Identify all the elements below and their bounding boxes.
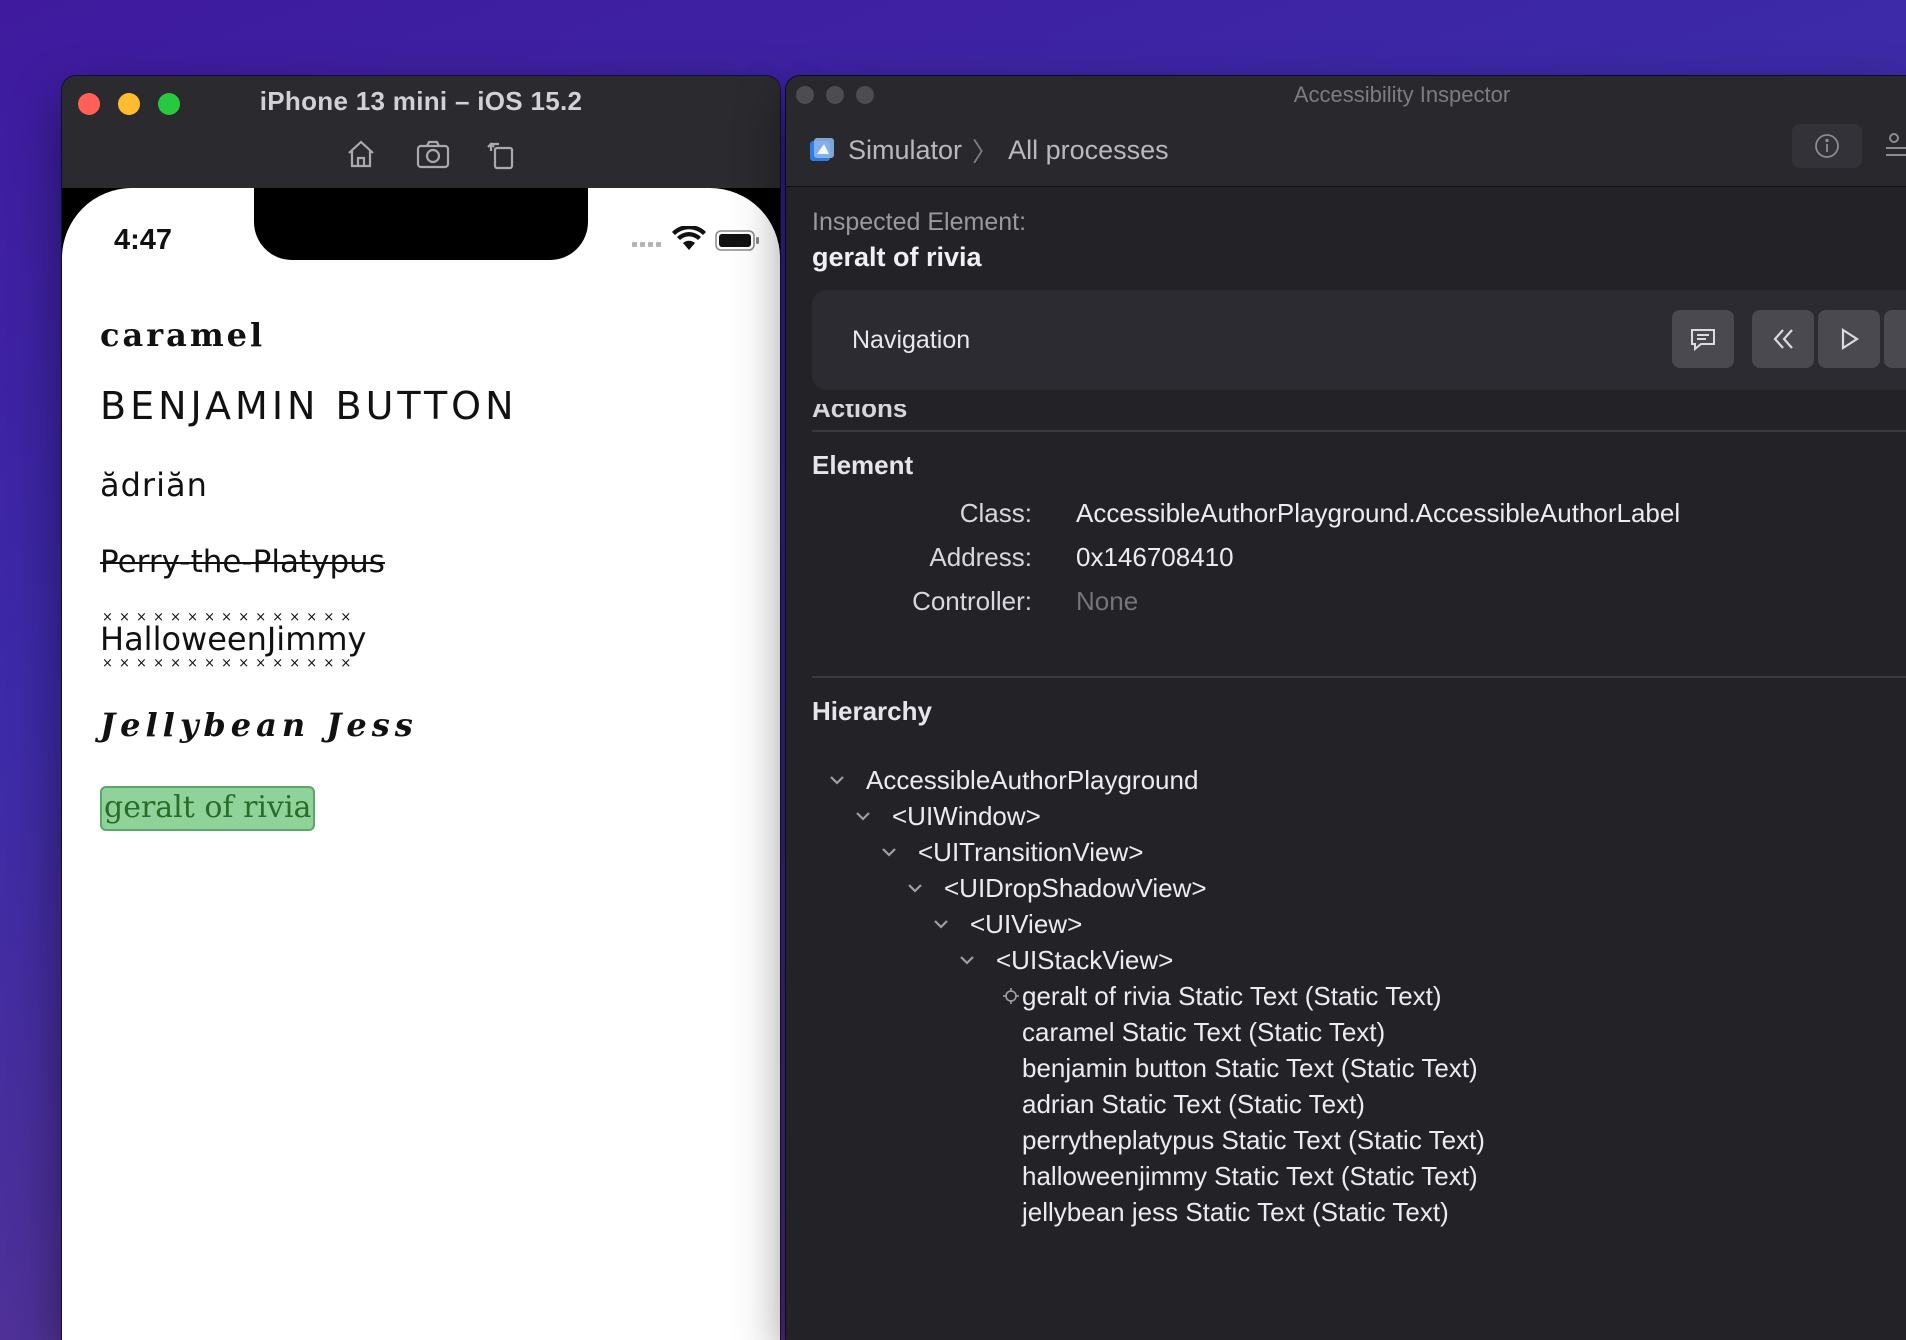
simulator-titlebar: iPhone 13 mini – iOS 15.2 (62, 76, 780, 188)
simulator-title: iPhone 13 mini – iOS 15.2 (259, 86, 583, 116)
navigation-panel: Navigation (812, 290, 1906, 390)
device-screen: 4:47 caramel BENJAMIN BUTTON ădriăn Perr… (62, 188, 780, 1340)
crosshair-icon (1003, 988, 1019, 1004)
chevron-right-icon: 〉 (972, 136, 999, 167)
wifi-icon (672, 226, 706, 250)
cellular-icon (632, 242, 661, 247)
breadcrumb-scope[interactable]: All processes (1008, 135, 1169, 166)
controller-value: None (1076, 586, 1139, 616)
notch (254, 188, 588, 260)
chevrons-left-icon (1773, 329, 1793, 349)
tree-node[interactable]: <UIWindow> (852, 800, 1041, 832)
tree-leaf-label: benjamin button Static Text (Static Text… (1022, 1052, 1478, 1083)
device-frame: 4:47 caramel BENJAMIN BUTTON ădriăn Perr… (62, 188, 780, 1340)
element-address-row: Address: 0x146708410 (812, 542, 1906, 576)
status-time: 4:47 (114, 224, 173, 256)
tree-node[interactable]: <UITransitionView> (878, 836, 1143, 868)
address-key: Address: (929, 542, 1032, 572)
chevron-down-icon[interactable] (930, 913, 952, 935)
simulator-toolbar (62, 134, 780, 174)
inspector-content: Inspected Element: geralt of rivia Navig… (812, 186, 1906, 1340)
breadcrumb-target[interactable]: Simulator (848, 135, 962, 166)
inspector-title: Accessibility Inspector (1293, 82, 1511, 107)
settings-icon[interactable] (1884, 130, 1906, 162)
tree-leaf[interactable]: caramel Static Text (Static Text) (1022, 1016, 1385, 1048)
speech-bubble-icon (1691, 329, 1715, 352)
tree-leaf-label: caramel Static Text (Static Text) (1022, 1016, 1386, 1047)
tree-leaf-label: jellybean jess Static Text (Static Text) (1022, 1196, 1449, 1227)
tree-node[interactable]: <UIDropShadowView> (904, 872, 1207, 904)
simulator-window: iPhone 13 mini – iOS 15.2 4:47 caramel B… (62, 76, 780, 1340)
navigation-label: Navigation (852, 326, 971, 354)
tree-leaf-selected[interactable]: geralt of rivia Static Text (Static Text… (1003, 980, 1442, 1012)
element-class-row: Class: AccessibleAuthorPlayground.Access… (812, 498, 1906, 532)
tree-leaf-label: halloweenjimmy Static Text (Static Text) (1022, 1160, 1478, 1191)
previous-element-button[interactable] (1752, 310, 1814, 368)
label-caramel[interactable]: caramel (100, 316, 265, 354)
chevron-down-icon[interactable] (878, 841, 900, 863)
tree-node-label: <UIView> (970, 908, 1083, 939)
accessibility-inspector-window: Accessibility Inspector Simulator 〉 All … (786, 76, 1906, 1340)
tree-node-label: <UITransitionView> (918, 836, 1144, 867)
address-value: 0x146708410 (1076, 542, 1234, 572)
element-section-title: Element (812, 450, 914, 480)
target-chooser[interactable]: Simulator 〉 All processes (808, 130, 1169, 170)
tree-node[interactable]: AccessibleAuthorPlayground (826, 764, 1198, 796)
label-halloween-jimmy[interactable]: HalloweenJimmy (100, 610, 366, 671)
label-adrian[interactable]: ădriăn (100, 466, 208, 504)
inspected-element-value: geralt of rivia (812, 242, 982, 272)
tree-leaf-label: adrian Static Text (Static Text) (1022, 1088, 1365, 1119)
inspector-info-button[interactable] (1792, 124, 1862, 168)
class-value: AccessibleAuthorPlayground.AccessibleAut… (1076, 498, 1681, 528)
element-controller-row: Controller: None (812, 586, 1906, 620)
play-icon (1841, 327, 1860, 351)
section-divider (812, 676, 1906, 678)
chevron-down-icon[interactable] (826, 769, 848, 791)
chevron-down-icon[interactable] (956, 949, 978, 971)
speak-button[interactable] (1672, 310, 1734, 368)
section-divider (812, 430, 1906, 432)
play-button[interactable] (1818, 310, 1880, 368)
status-icons (632, 226, 759, 251)
tree-leaf[interactable]: benjamin button Static Text (Static Text… (1022, 1052, 1478, 1084)
label-perry-the-platypus[interactable]: Perry-the-Platypus (100, 544, 385, 580)
tree-node[interactable]: <UIStackView> (956, 944, 1173, 976)
tree-leaf-label: perrytheplatypus Static Text (Static Tex… (1022, 1124, 1485, 1155)
inspected-element-label: Inspected Element: (812, 208, 1027, 236)
actions-section-title: Actions (812, 404, 908, 420)
battery-icon (715, 230, 759, 251)
label-jellybean-jess[interactable]: Jellybean Jess (100, 706, 418, 744)
tree-node-label: <UIStackView> (996, 944, 1174, 975)
controller-key: Controller: (912, 586, 1032, 616)
tree-leaf[interactable]: adrian Static Text (Static Text) (1022, 1088, 1365, 1120)
inspector-titlebar: Accessibility Inspector Simulator 〉 All … (786, 76, 1906, 187)
rotate-icon[interactable] (482, 134, 522, 174)
chevron-down-icon[interactable] (852, 805, 874, 827)
simulator-app-icon (810, 138, 834, 161)
tree-node-label: <UIWindow> (892, 800, 1041, 831)
tree-leaf[interactable]: halloweenjimmy Static Text (Static Text) (1022, 1160, 1478, 1192)
class-key: Class: (959, 498, 1032, 528)
home-icon[interactable] (341, 134, 381, 174)
tree-node-label: AccessibleAuthorPlayground (866, 764, 1199, 795)
camera-icon[interactable] (413, 134, 453, 174)
label-benjamin-button[interactable]: BENJAMIN BUTTON (100, 384, 518, 428)
tree-node[interactable]: <UIView> (930, 908, 1082, 940)
tree-leaf-label: geralt of rivia Static Text (Static Text… (1022, 980, 1442, 1011)
hierarchy-section-title: Hierarchy (812, 696, 932, 726)
info-icon (1815, 134, 1839, 158)
chevron-down-icon[interactable] (904, 877, 926, 899)
next-element-button[interactable] (1884, 310, 1906, 368)
tree-node-label: <UIDropShadowView> (944, 872, 1207, 903)
label-geralt-of-rivia[interactable]: geralt of rivia (100, 786, 316, 831)
tree-leaf[interactable]: perrytheplatypus Static Text (Static Tex… (1022, 1124, 1485, 1156)
tree-leaf[interactable]: jellybean jess Static Text (Static Text) (1022, 1196, 1449, 1228)
